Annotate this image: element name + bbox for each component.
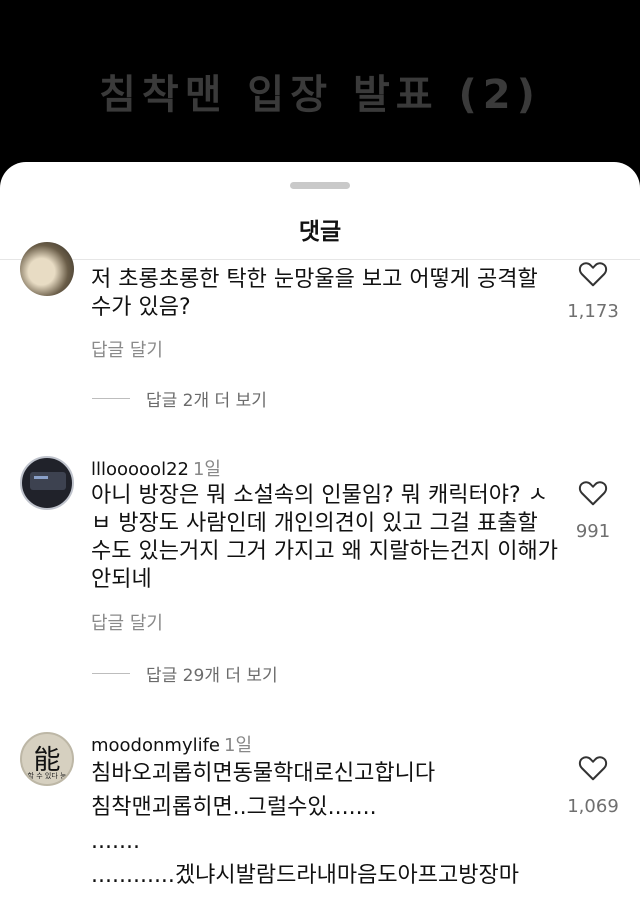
heart-outline-icon[interactable] (578, 754, 608, 782)
heart-outline-icon[interactable] (578, 260, 608, 288)
view-more-replies[interactable]: 답글 29개 더 보기 (92, 661, 278, 686)
like-count: 1,173 (567, 301, 619, 322)
like-count: 1,069 (567, 796, 619, 817)
comment-text: 저 초롱초롱한 탁한 눈망울을 보고 어떻게 공격할 수가 있음? (91, 267, 538, 320)
comments-sheet: 댓글 저 초롱초롱한 탁한 눈망울을 보고 어떻게 공격할 수가 있음? 답글 … (0, 162, 640, 904)
sheet-drag-handle[interactable] (290, 182, 350, 189)
avatar[interactable]: 能 할 수 있다 능 (20, 732, 74, 786)
avatar[interactable] (20, 456, 74, 510)
avatar-image (30, 472, 66, 490)
comment-username[interactable]: moodonmylife 1일 (91, 731, 252, 757)
comment-time: 1일 (224, 735, 253, 756)
header-divider (0, 259, 640, 260)
avatar-caption: 할 수 있다 능 (27, 772, 67, 780)
comment-line: ....... (91, 829, 140, 854)
comment-line: 침바오괴롭히면동물학대로신고합니다 (91, 761, 436, 786)
username-text: llloooool22 (91, 459, 189, 480)
divider-line (92, 672, 130, 674)
sheet-title: 댓글 (298, 219, 342, 245)
comment-line: ............겠냐시발람드라내마음도아프고방장마 (91, 863, 519, 888)
comment-time: 1일 (192, 459, 221, 480)
username-text: moodonmylife (91, 735, 221, 756)
reply-button[interactable]: 답글 달기 (91, 609, 163, 635)
divider-line (92, 397, 130, 399)
heart-outline-icon[interactable] (578, 479, 608, 507)
comment-line: 침착맨괴롭히면..그럴수있....... (91, 795, 377, 820)
avatar[interactable] (20, 242, 74, 296)
video-title: 침착맨 입장 발표 (2) (99, 72, 541, 118)
view-more-replies[interactable]: 답글 2개 더 보기 (92, 386, 267, 411)
comment-text: 침바오괴롭히면동물학대로신고합니다 침착맨괴롭히면..그럴수있....... .… (91, 760, 561, 890)
like-count: 991 (575, 521, 611, 542)
reply-button[interactable]: 답글 달기 (91, 336, 163, 362)
view-more-replies-label: 답글 2개 더 보기 (146, 390, 267, 411)
view-more-replies-label: 답글 29개 더 보기 (146, 665, 278, 686)
comment-username[interactable]: llloooool22 1일 (91, 455, 221, 481)
comment-text: 아니 방장은 뭐 소설속의 인물임? 뭐 캐릭터야? ㅅㅂ 방장도 사람인데 개… (91, 483, 559, 592)
